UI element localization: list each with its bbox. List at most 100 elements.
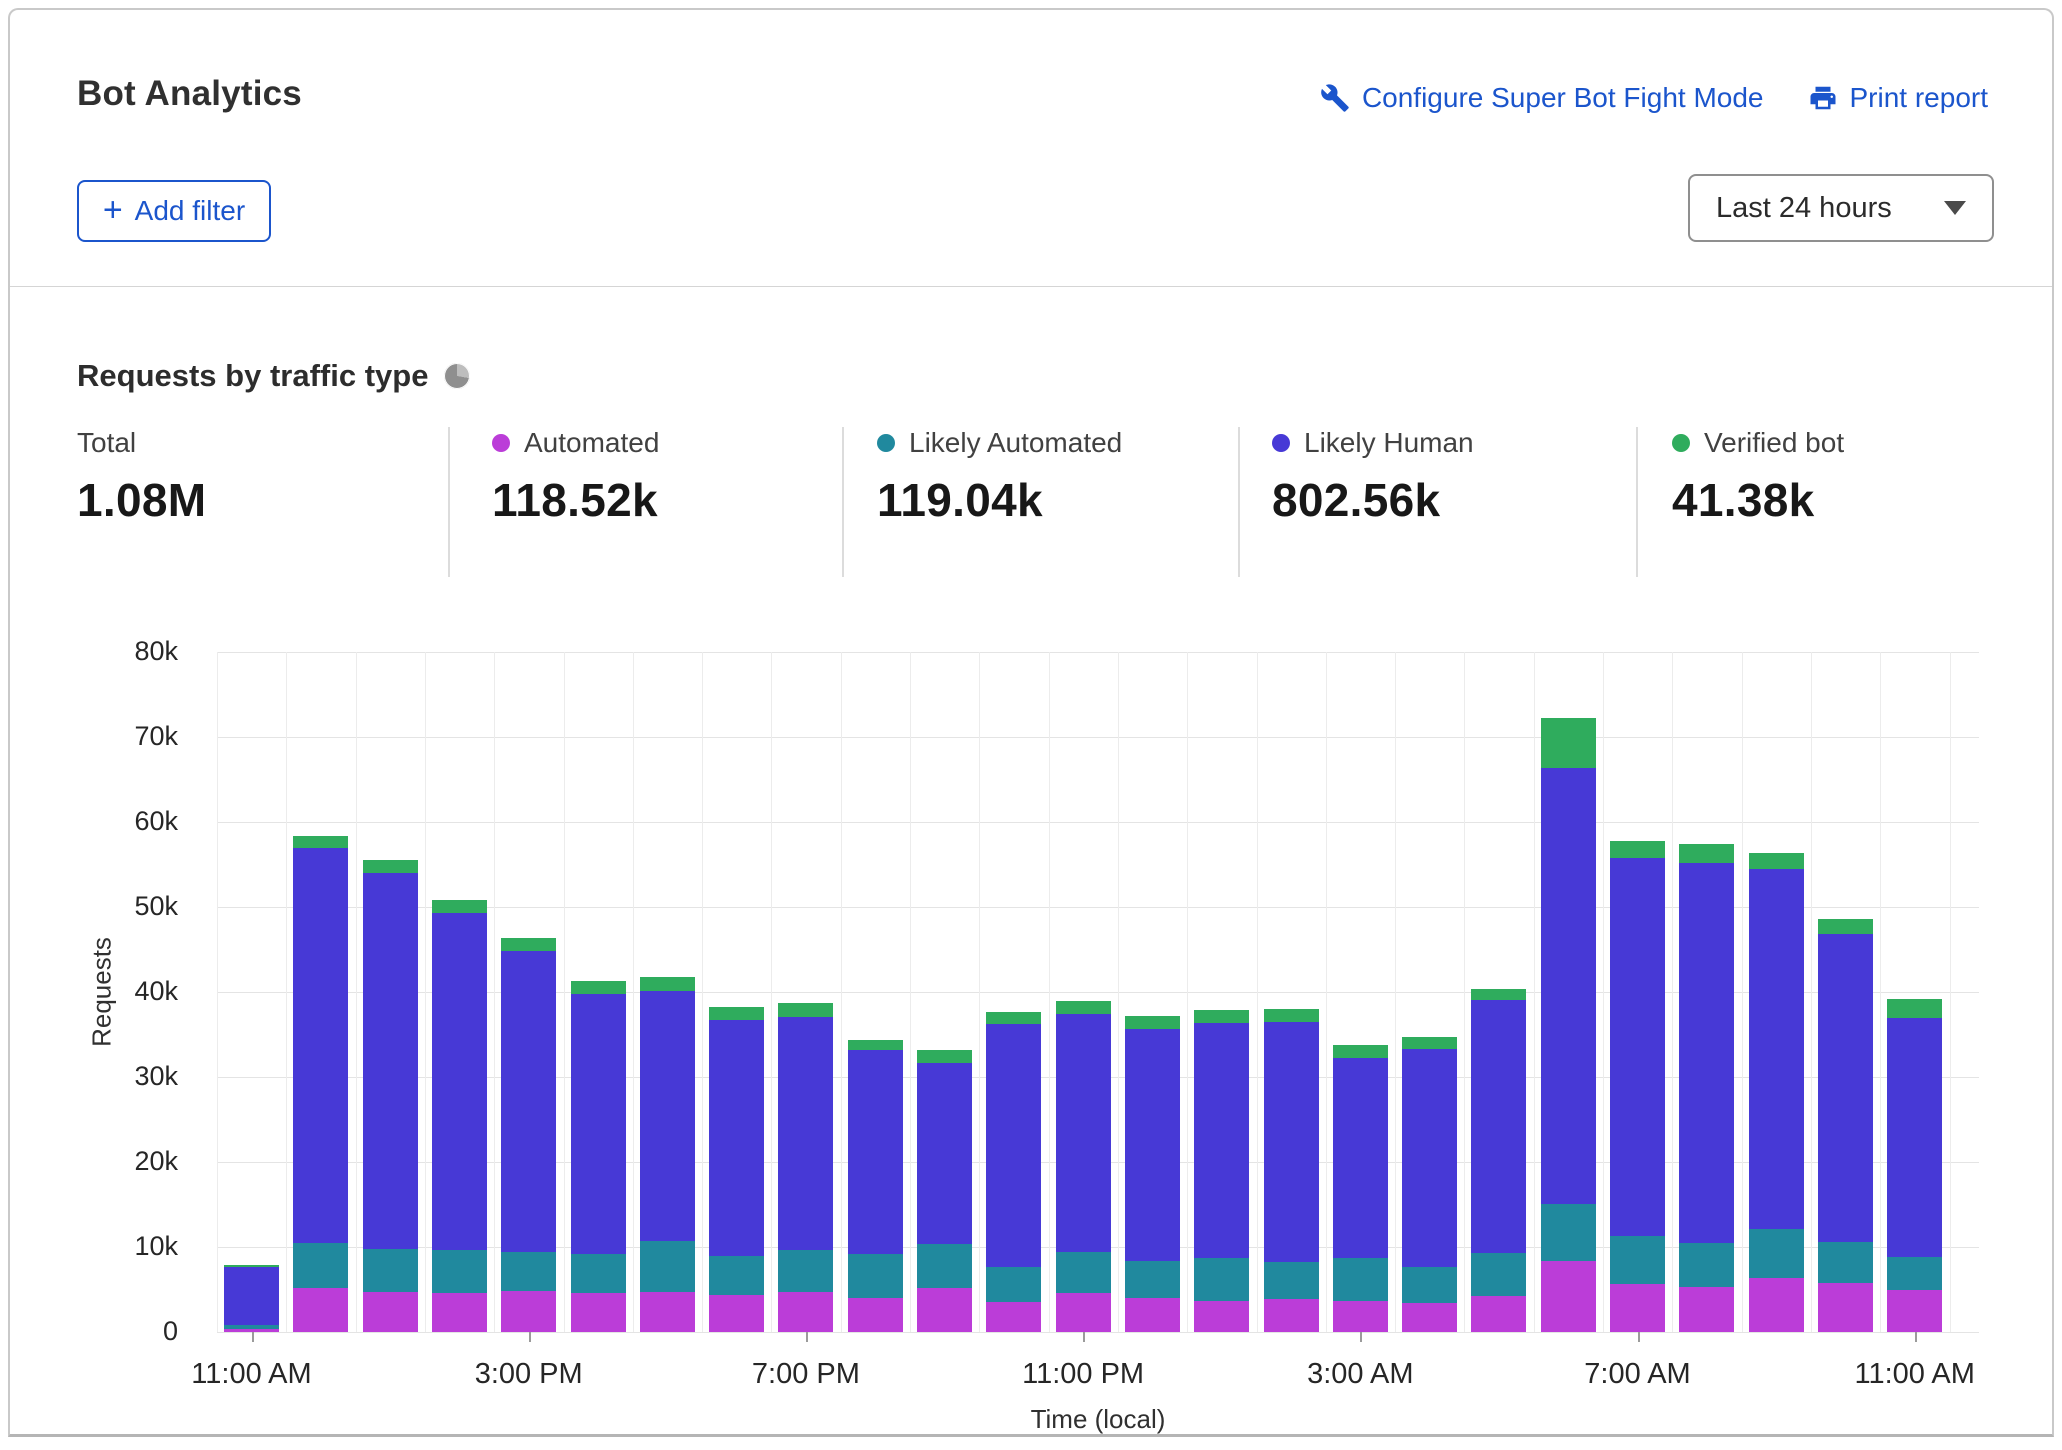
bar-segment-automated [1264,1299,1319,1332]
chart-plot-area [217,652,1979,1332]
page-title: Bot Analytics [77,74,302,114]
gridline [1187,652,1188,1332]
bar-segment-automated [1818,1283,1873,1332]
print-link-label: Print report [1850,82,1989,114]
stat-label: Likely Human [1304,427,1474,459]
bar-segment-likely-automated [363,1249,418,1292]
stat-divider [842,427,844,577]
bot-analytics-card: Bot Analytics Configure Super Bot Fight … [8,8,2054,1437]
bar-segment-likely-human [917,1063,972,1245]
y-tick-label: 30k [98,1061,178,1092]
gridline [1880,652,1881,1332]
gridline [564,652,565,1332]
bar-segment-verified-bot [917,1050,972,1063]
likely-human-dot [1272,434,1290,452]
bar-segment-likely-automated [1818,1242,1873,1283]
stat-label: Likely Automated [909,427,1122,459]
y-tick-label: 0 [98,1316,178,1347]
x-tick-mark [1915,1332,1917,1342]
gridline [1118,652,1119,1332]
gridline [1742,652,1743,1332]
stacked-bar-7-00-pm[interactable] [778,1003,833,1332]
gridline [1672,652,1673,1332]
stacked-bar-11-00-pm[interactable] [1056,1001,1111,1332]
gridline [217,652,218,1332]
stat-value: 1.08M [77,473,206,527]
stacked-bar-4-00-pm[interactable] [571,981,626,1332]
stat-value: 118.52k [492,473,659,527]
verified-bot-dot [1672,434,1690,452]
stacked-bar-8-00-pm[interactable] [848,1040,903,1332]
bar-segment-automated [986,1302,1041,1332]
bar-segment-verified-bot [1056,1001,1111,1014]
print-report-link[interactable]: Print report [1808,82,1989,114]
bar-segment-likely-human [363,873,418,1249]
bar-segment-likely-human [778,1017,833,1251]
stacked-bar-2-00-am[interactable] [1264,1009,1319,1332]
stacked-bar-7-00-am[interactable] [1610,841,1665,1332]
bar-segment-automated [1194,1301,1249,1332]
configure-super-bot-fight-mode-link[interactable]: Configure Super Bot Fight Mode [1320,82,1764,114]
stacked-bar-12-00-am[interactable] [1125,1016,1180,1332]
stacked-bar-10-00-am[interactable] [1818,919,1873,1332]
bar-segment-likely-automated [1402,1267,1457,1304]
bar-segment-likely-human [1818,934,1873,1242]
gridline [494,652,495,1332]
y-tick-label: 60k [98,806,178,837]
bar-segment-likely-automated [1749,1229,1804,1277]
traffic-type-stats: Total 1.08M Automated 118.52k Likely Aut… [10,427,2052,577]
x-tick-mark [529,1332,531,1342]
stacked-bar-6-00-pm[interactable] [709,1007,764,1332]
bar-segment-automated [917,1288,972,1332]
stacked-bar-10-00-pm[interactable] [986,1012,1041,1332]
x-tick-label: 3:00 AM [1307,1358,1413,1391]
bar-segment-automated [709,1295,764,1332]
gridline [425,652,426,1332]
stat-likely-automated: Likely Automated 119.04k [877,427,1122,527]
bar-segment-likely-human [1541,768,1596,1204]
stat-automated: Automated 118.52k [492,427,659,527]
stat-label: Automated [524,427,659,459]
gridline [1049,652,1050,1332]
stacked-bar-9-00-pm[interactable] [917,1050,972,1332]
stacked-bar-11-00-am[interactable] [1887,999,1942,1332]
bar-segment-likely-automated [1056,1252,1111,1293]
bar-segment-likely-human [224,1267,279,1325]
stacked-bar-6-00-am[interactable] [1541,718,1596,1332]
add-filter-button[interactable]: + Add filter [77,180,271,242]
stacked-bar-3-00-pm[interactable] [501,938,556,1332]
x-axis-title: Time (local) [1031,1404,1166,1435]
bar-segment-likely-human [1610,858,1665,1236]
x-tick-label: 11:00 AM [191,1358,311,1391]
wrench-icon [1320,83,1350,113]
bar-segment-automated [571,1293,626,1332]
stacked-bar-4-00-am[interactable] [1402,1037,1457,1332]
stacked-bar-11-00-am[interactable] [224,1265,279,1332]
configure-link-label: Configure Super Bot Fight Mode [1362,82,1764,114]
stacked-bar-1-00-am[interactable] [1194,1010,1249,1332]
stacked-bar-12-00-pm[interactable] [293,836,348,1332]
stacked-bar-9-00-am[interactable] [1749,853,1804,1332]
bar-segment-likely-automated [848,1254,903,1298]
gridline [1534,652,1535,1332]
bar-segment-verified-bot [293,836,348,847]
gridline [702,652,703,1332]
stacked-bar-1-00-pm[interactable] [363,860,418,1332]
x-tick-mark [1083,1332,1085,1342]
stacked-bar-8-00-am[interactable] [1679,844,1734,1332]
stacked-bar-5-00-am[interactable] [1471,989,1526,1332]
bar-segment-automated [1125,1298,1180,1332]
bar-segment-verified-bot [1402,1037,1457,1049]
bar-segment-automated [1402,1303,1457,1332]
y-tick-label: 70k [98,721,178,752]
bar-segment-likely-automated [917,1244,972,1287]
add-filter-label: Add filter [135,195,246,227]
stacked-bar-5-00-pm[interactable] [640,977,695,1332]
time-range-select[interactable]: Last 24 hours [1688,174,1994,242]
x-tick-mark [1360,1332,1362,1342]
bar-segment-likely-human [1679,863,1734,1243]
stacked-bar-3-00-am[interactable] [1333,1045,1388,1332]
stacked-bar-2-00-pm[interactable] [432,900,487,1332]
header-divider [10,286,2052,287]
bar-segment-likely-human [640,991,695,1241]
